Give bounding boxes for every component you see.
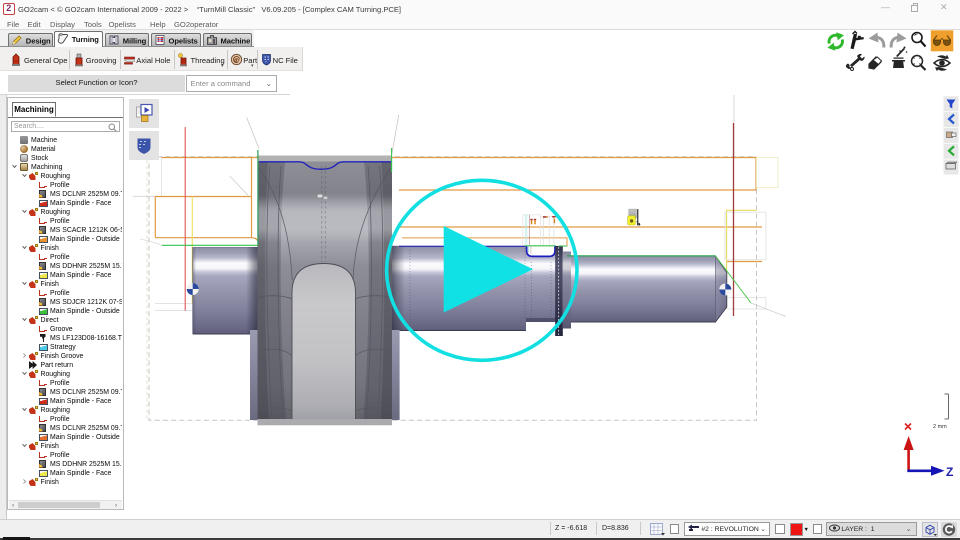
svg-text:2 mm: 2 mm <box>933 424 947 430</box>
svg-text:Z: Z <box>946 465 953 479</box>
